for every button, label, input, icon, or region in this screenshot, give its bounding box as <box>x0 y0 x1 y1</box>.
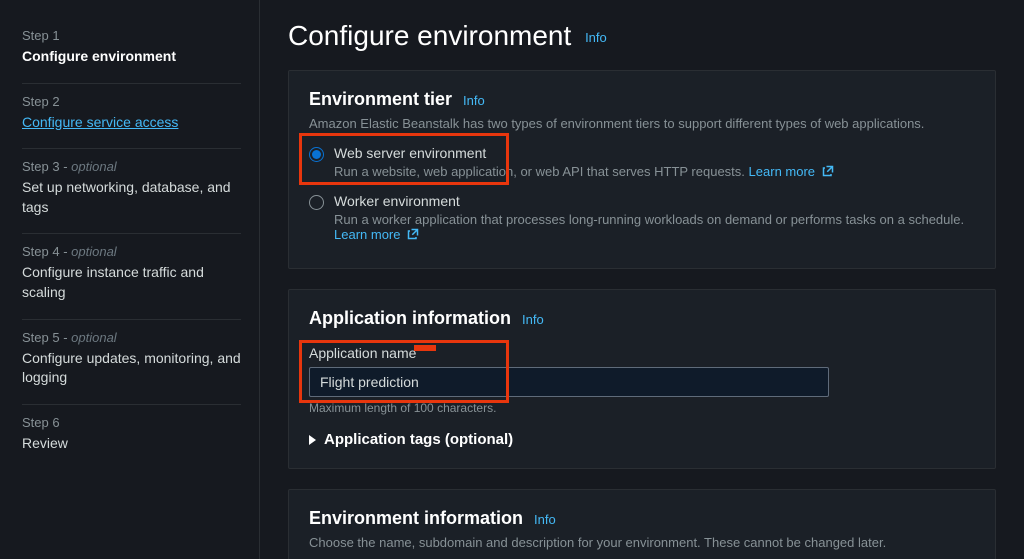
application-name-input[interactable] <box>309 367 829 397</box>
section-heading: Environment information Info <box>309 508 975 529</box>
application-tags-toggle[interactable]: Application tags (optional) <box>309 431 975 448</box>
section-description: Choose the name, subdomain and descripti… <box>309 535 975 550</box>
expand-label: Application tags (optional) <box>324 431 513 448</box>
step-label: Step 2 <box>22 94 241 109</box>
section-heading: Environment tier Info <box>309 89 975 110</box>
info-link[interactable]: Info <box>522 312 544 327</box>
application-information-panel: Application information Info Application… <box>288 289 996 469</box>
step-6[interactable]: Step 6 Review <box>22 405 241 470</box>
radio-description: Run a worker application that processes … <box>334 212 975 242</box>
radio-label: Web server environment <box>334 145 486 161</box>
step-label: Step 4 - optional <box>22 244 241 259</box>
external-link-icon <box>407 228 419 240</box>
section-description: Amazon Elastic Beanstalk has two types o… <box>309 116 975 131</box>
radio-option-worker[interactable]: Worker environment Run a worker applicat… <box>309 193 975 242</box>
step-title-link[interactable]: Configure service access <box>22 113 241 133</box>
info-link[interactable]: Info <box>534 512 556 527</box>
step-4[interactable]: Step 4 - optional Configure instance tra… <box>22 234 241 319</box>
step-5[interactable]: Step 5 - optional Configure updates, mon… <box>22 320 241 405</box>
environment-tier-panel: Environment tier Info Amazon Elastic Bea… <box>288 70 996 269</box>
caret-right-icon <box>309 435 316 445</box>
step-1[interactable]: Step 1 Configure environment <box>22 18 241 84</box>
step-label: Step 6 <box>22 415 241 430</box>
step-title: Configure instance traffic and scaling <box>22 263 241 302</box>
info-link[interactable]: Info <box>463 93 485 108</box>
step-label: Step 1 <box>22 28 241 43</box>
environment-information-panel: Environment information Info Choose the … <box>288 489 996 559</box>
learn-more-link[interactable]: Learn more <box>749 164 834 179</box>
main-content: Configure environment Info Environment t… <box>260 0 1024 559</box>
section-heading: Application information Info <box>309 308 975 329</box>
field-label: Application name <box>309 345 975 361</box>
step-title: Configure environment <box>22 47 241 67</box>
step-label: Step 3 - optional <box>22 159 241 174</box>
step-label: Step 5 - optional <box>22 330 241 345</box>
radio-icon[interactable] <box>309 195 324 210</box>
wizard-sidebar: Step 1 Configure environment Step 2 Conf… <box>0 0 260 559</box>
external-link-icon <box>822 165 834 177</box>
learn-more-link[interactable]: Learn more <box>334 227 419 242</box>
step-title: Configure updates, monitoring, and loggi… <box>22 349 241 388</box>
step-2[interactable]: Step 2 Configure service access <box>22 84 241 150</box>
field-hint: Maximum length of 100 characters. <box>309 401 975 415</box>
info-link[interactable]: Info <box>585 30 607 45</box>
step-title: Set up networking, database, and tags <box>22 178 241 217</box>
radio-option-web-server[interactable]: Web server environment Run a website, we… <box>309 145 975 179</box>
radio-icon[interactable] <box>309 147 324 162</box>
radio-description: Run a website, web application, or web A… <box>334 164 975 179</box>
step-3[interactable]: Step 3 - optional Set up networking, dat… <box>22 149 241 234</box>
radio-label: Worker environment <box>334 193 460 209</box>
page-title: Configure environment Info <box>288 20 996 52</box>
step-title: Review <box>22 434 241 454</box>
annotation-highlight <box>414 345 436 351</box>
